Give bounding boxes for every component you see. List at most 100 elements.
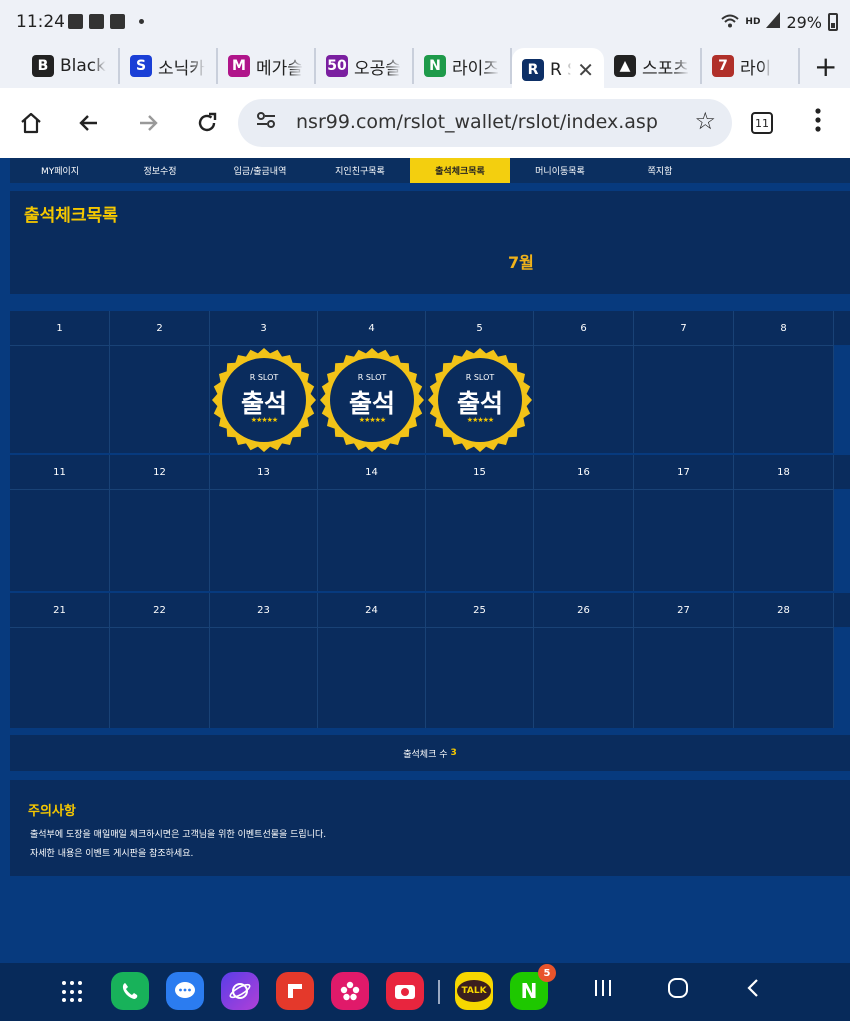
calendar-day-number: 13 [210, 455, 318, 489]
browser-tab[interactable]: ▲ 스포츠 [604, 48, 702, 84]
recent-apps-button[interactable] [592, 977, 614, 1005]
phone-app-icon[interactable] [111, 972, 149, 1010]
reload-button[interactable] [190, 106, 224, 140]
arrow-left-icon [79, 115, 97, 131]
calendar-day-cell [734, 345, 834, 453]
stamp-brand: R SLOT [357, 373, 387, 382]
calendar-day-cell [634, 489, 734, 591]
page-title: 출석체크목록 [24, 206, 118, 226]
browser-tab-strip: B Black S 소닉카 M 메가슬 50 오공슬 N 라이즈 R R S ✕ ▲ 스포츠 7 라이 + [0, 44, 850, 92]
stamp-label: 출석 [348, 389, 395, 418]
chevron-left-icon [747, 979, 758, 997]
subnav-item[interactable]: 출석체크목록 [410, 158, 510, 183]
home-nav-button[interactable] [667, 977, 689, 1005]
subnav-item[interactable]: 입금/출금내역 [210, 158, 310, 183]
site-settings-icon[interactable] [256, 111, 276, 134]
calendar-day-number: 24 [318, 593, 426, 627]
reload-icon [198, 112, 217, 132]
notification-icons [68, 14, 144, 29]
url-bar[interactable]: nsr99.com/rslot_wallet/rslot/index.asp ☆ [238, 99, 732, 147]
close-tab-icon[interactable]: ✕ [577, 58, 594, 82]
subnav-item[interactable]: 지인친구목록 [310, 158, 410, 183]
calendar-day-number: 12 [110, 455, 210, 489]
calendar-day-number: 28 [734, 593, 834, 627]
gallery-notification-icon [68, 14, 83, 29]
calendar-week-header: 21 22 23 24 25 26 27 28 [10, 593, 850, 627]
messages-app-icon[interactable] [166, 972, 204, 1010]
camera-app-icon[interactable] [386, 972, 424, 1010]
dock-separator [438, 980, 440, 1004]
back-nav-button[interactable] [742, 977, 764, 1005]
url-text[interactable]: nsr99.com/rslot_wallet/rslot/index.asp [296, 111, 658, 133]
attendance-header-panel: 출석체크목록 7월 [10, 191, 850, 294]
new-tab-button[interactable]: + [814, 50, 837, 83]
calendar-day-cell [534, 627, 634, 728]
system-navbar: TALK N 5 [0, 963, 850, 1021]
app-drawer-icon[interactable] [62, 981, 84, 1003]
more-menu-icon[interactable] [812, 108, 824, 132]
calendar-day-number: 22 [110, 593, 210, 627]
stamp-brand: R SLOT [465, 373, 495, 382]
calendar-day-cell: R SLOT 출석 ★★★★★ [210, 345, 318, 453]
calendar-week-header: 11 12 13 14 15 16 17 18 [10, 455, 850, 489]
calendar-day-number: 4 [318, 311, 426, 345]
hd-voice-icon: HD [745, 16, 761, 27]
calendar-day-cell [734, 627, 834, 728]
internet-app-icon[interactable] [221, 972, 259, 1010]
home-button[interactable] [14, 106, 48, 140]
subnav-item[interactable]: 정보수정 [110, 158, 210, 183]
calendar-day-number: 14 [318, 455, 426, 489]
signal-icon [766, 12, 781, 32]
browser-tab[interactable]: M 메가슬 [218, 48, 316, 84]
calendar-day-cell [734, 489, 834, 591]
calendar-day-number: 1 [10, 311, 110, 345]
calendar-day-number: 26 [534, 593, 634, 627]
stamp-label: 출석 [456, 389, 503, 418]
wifi-icon [721, 13, 740, 32]
calendar-day-number: 21 [10, 593, 110, 627]
calendar-day-cell [426, 489, 534, 591]
subnav-item[interactable]: 쪽지함 [610, 158, 710, 183]
tab-favicon-icon: S [130, 55, 152, 77]
attendance-stamp: R SLOT 출석 ★★★★★ [428, 348, 532, 452]
calendar-day-number: 15 [426, 455, 534, 489]
browser-tab[interactable]: N 라이즈 [414, 48, 512, 84]
tab-switcher-button[interactable]: 11 [751, 112, 773, 134]
calendar-day-cell [210, 489, 318, 591]
calendar-day-number: 17 [634, 455, 734, 489]
bookmark-star-icon[interactable]: ☆ [694, 107, 716, 135]
blossom-app-icon[interactable] [331, 972, 369, 1010]
browser-tab[interactable]: S 소닉카 [120, 48, 218, 84]
arrow-right-icon [140, 115, 158, 131]
kakaotalk-app-icon[interactable]: TALK [455, 972, 493, 1010]
browser-tab[interactable]: B Black [22, 48, 120, 84]
calendar-day-number: 5 [426, 311, 534, 345]
browser-tab[interactable]: 7 라이 [702, 48, 800, 84]
calendar-day-cell [634, 627, 734, 728]
stamp-stars: ★★★★★ [358, 416, 386, 424]
back-button[interactable] [72, 106, 106, 140]
calendar-day-number: 3 [210, 311, 318, 345]
browser-tab[interactable]: 50 오공슬 [316, 48, 414, 84]
calendar-day-cell [110, 627, 210, 728]
tab-favicon-icon: M [228, 55, 250, 77]
tab-favicon-icon: B [32, 55, 54, 77]
calendar-day-number: 6 [534, 311, 634, 345]
calendar-day-cell [110, 489, 210, 591]
flipboard-app-icon[interactable] [276, 972, 314, 1010]
tab-title: 메가슬 [256, 58, 303, 79]
tab-title: 라이즈 [452, 58, 499, 79]
subnav-item[interactable]: MY페이지 [10, 158, 110, 183]
calendar-day-cell: R SLOT 출석 ★★★★★ [426, 345, 534, 453]
status-time: 11:24 [16, 12, 65, 32]
calendar-row-gap [10, 728, 850, 730]
forward-button[interactable] [131, 106, 165, 140]
calendar-day-number: 23 [210, 593, 318, 627]
tab-title: 오공슬 [354, 58, 401, 79]
stamp-label: 출석 [240, 389, 287, 418]
calendar-day-cell [634, 345, 734, 453]
calendar-day-cell [210, 627, 318, 728]
subnav-item[interactable]: 머니이동목록 [510, 158, 610, 183]
browser-tab[interactable]: R R S ✕ [512, 48, 604, 92]
naver-app-icon[interactable]: N 5 [510, 964, 556, 1010]
